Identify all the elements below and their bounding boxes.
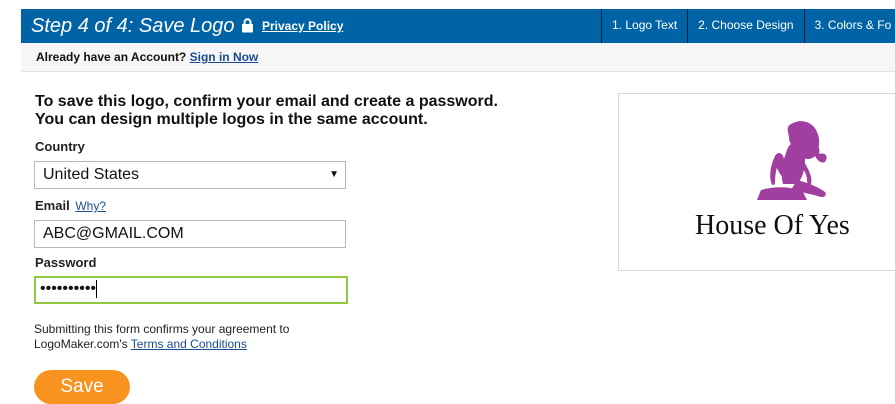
- password-dots: ••••••••••: [40, 280, 97, 298]
- country-select[interactable]: United States ▼: [34, 161, 346, 189]
- lock-icon: [242, 18, 253, 33]
- password-label: Password: [35, 255, 97, 270]
- dropdown-arrow-icon: ▼: [329, 169, 339, 180]
- step-title: Step 4 of 4: Save Logo: [31, 15, 235, 37]
- account-bar: Already have an Account? Sign in Now: [21, 43, 895, 72]
- account-prompt-text: Already have an Account?: [36, 50, 187, 64]
- tab-logo-text[interactable]: 1. Logo Text: [601, 9, 687, 43]
- terms-link[interactable]: Terms and Conditions: [131, 337, 247, 351]
- email-label-row: Email Why?: [35, 198, 106, 213]
- intro-line-1: To save this logo, confirm your email an…: [35, 93, 498, 110]
- seated-woman-logo-icon: [757, 121, 827, 200]
- password-value: ••••••••••: [40, 280, 98, 298]
- terms-line-1: Submitting this form confirms your agree…: [34, 322, 290, 336]
- terms-prefix: LogoMaker.com's: [34, 337, 128, 351]
- country-value: United States: [43, 166, 140, 183]
- terms-line-2: LogoMaker.com's Terms and Conditions: [34, 337, 289, 352]
- logo-preview: House Of Yes: [618, 93, 895, 271]
- country-label: Country: [35, 139, 85, 154]
- tab-choose-design[interactable]: 2. Choose Design: [687, 9, 803, 43]
- form-intro: To save this logo, confirm your email an…: [35, 93, 498, 129]
- terms-notice: Submitting this form confirms your agree…: [34, 322, 289, 352]
- privacy-policy-link[interactable]: Privacy Policy: [262, 19, 343, 33]
- text-caret: [96, 280, 98, 298]
- save-button[interactable]: Save: [34, 370, 130, 404]
- intro-line-2: You can design multiple logos in the sam…: [35, 111, 428, 128]
- email-label: Email: [35, 198, 70, 213]
- password-field[interactable]: ••••••••••: [34, 276, 348, 304]
- brand-name: House Of Yes: [695, 210, 850, 241]
- email-field[interactable]: ABC@GMAIL.COM: [34, 220, 346, 248]
- tab-colors-fonts[interactable]: 3. Colors & Fo: [803, 9, 895, 43]
- email-why-link[interactable]: Why?: [75, 199, 106, 213]
- header-bar: Step 4 of 4: Save Logo Privacy Policy 1.…: [21, 9, 895, 43]
- email-value: ABC@GMAIL.COM: [43, 225, 184, 242]
- step-tabs: 1. Logo Text 2. Choose Design 3. Colors …: [601, 9, 895, 43]
- account-prompt: Already have an Account? Sign in Now: [36, 50, 258, 64]
- sign-in-link[interactable]: Sign in Now: [190, 50, 259, 64]
